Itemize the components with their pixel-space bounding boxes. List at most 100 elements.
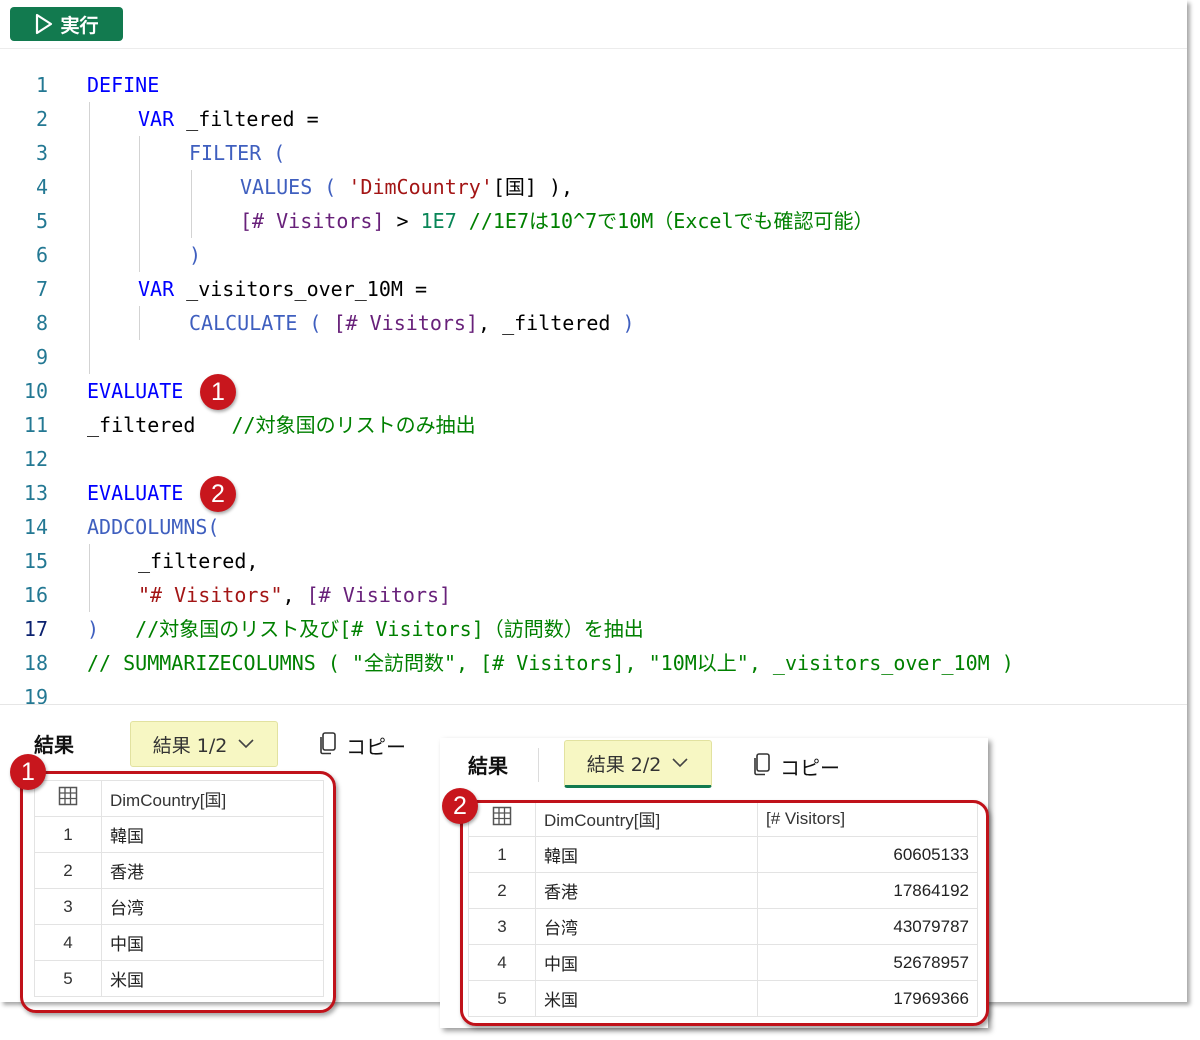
code-token: 'DimCountry'	[348, 175, 493, 199]
code-text: [# Visitors] > 1E7 //1E7は10^7で10M（Excelで…	[240, 204, 874, 238]
copy-label: コピー	[780, 756, 840, 780]
code-token: _visitors_over_10M =	[174, 277, 427, 301]
result-set-dropdown[interactable]: 結果 2/2	[564, 740, 712, 788]
code-text: _filtered,	[138, 544, 258, 578]
line-number: 5	[35, 209, 48, 233]
line-number: 12	[23, 447, 48, 471]
code-text: VAR _filtered =	[138, 102, 319, 136]
code-token: DEFINE	[87, 73, 160, 97]
chevron-down-icon	[671, 752, 689, 774]
code-token: 1E7	[420, 209, 457, 233]
code-line: 18 // SUMMARIZECOLUMNS ( "全訪問数", [# Visit…	[0, 646, 1187, 680]
line-number: 18	[23, 651, 48, 675]
code-line: 19	[0, 680, 1187, 704]
code-token: _filtered =	[174, 107, 319, 131]
line-number: 13	[23, 481, 48, 505]
code-text: _filtered //対象国のリストのみ抽出	[87, 408, 476, 442]
line-number: 14	[23, 515, 48, 539]
code-text: ) //対象国のリスト及び[# Visitors]（訪問数）を抽出	[87, 612, 644, 646]
code-text: FILTER (	[189, 136, 285, 170]
code-line: 16 "# Visitors", [# Visitors]	[0, 578, 1187, 612]
callout-frame-2	[460, 800, 989, 1026]
code-token: "# Visitors"	[138, 583, 283, 607]
run-button-label: 実行	[60, 14, 99, 37]
copy-icon	[318, 731, 338, 760]
divider	[538, 748, 539, 782]
code-text: ADDCOLUMNS(	[87, 510, 219, 544]
play-icon	[34, 13, 54, 35]
code-token: [# Visitors]	[306, 583, 452, 607]
result-set-label: 結果 2/2	[586, 753, 662, 776]
code-token: [# Visitors]	[333, 311, 479, 335]
code-line: 5 [# Visitors] > 1E7 //1E7は10^7で10M（Excel…	[0, 204, 1187, 238]
code-line: 8 CALCULATE ( [# Visitors], _filtered )	[0, 306, 1187, 340]
line-number: 3	[35, 141, 48, 165]
line-number: 1	[35, 73, 48, 97]
code-token: [# Visitors]	[240, 209, 385, 233]
code-token: ADDCOLUMNS(	[87, 515, 220, 539]
line-number: 9	[35, 345, 48, 369]
code-token: )	[87, 617, 100, 641]
annotation-marker-2: 2	[442, 788, 478, 824]
copy-icon	[752, 752, 772, 781]
line-number: 19	[23, 685, 48, 704]
code-editor[interactable]: 1 DEFINE 2 VAR _filtered = 3 FILTER ( 4 VALUES …	[0, 68, 1187, 704]
result-set-dropdown[interactable]: 結果 1/2	[130, 721, 278, 767]
copy-button[interactable]: コピー	[318, 731, 406, 760]
code-token: EVALUATE	[87, 379, 184, 403]
code-line: 17) //対象国のリスト及び[# Visitors]（訪問数）を抽出	[0, 612, 1187, 646]
code-token: //対象国のリストのみ抽出	[231, 413, 476, 437]
code-line: 10 EVALUATE	[0, 374, 1187, 408]
code-text: CALCULATE ( [# Visitors], _filtered )	[189, 306, 635, 340]
code-text: VALUES ( 'DimCountry'[国] ),	[240, 170, 573, 204]
annotation-marker-2: 2	[200, 476, 236, 512]
line-number: 10	[23, 379, 48, 403]
code-token: //対象国のリスト及び[# Visitors]（訪問数）を抽出	[99, 617, 644, 641]
code-token: _filtered	[87, 413, 232, 437]
line-number: 16	[23, 583, 48, 607]
results-heading: 結果	[468, 754, 508, 778]
code-token: >	[384, 209, 421, 233]
code-line: 14 ADDCOLUMNS(	[0, 510, 1187, 544]
code-token: VAR	[138, 107, 175, 131]
callout-frame-1	[20, 771, 336, 1013]
line-number: 7	[35, 277, 48, 301]
results-heading: 結果	[34, 733, 74, 757]
toolbar: 実行	[0, 0, 1187, 49]
copy-button[interactable]: コピー	[752, 752, 840, 781]
line-number: 6	[35, 243, 48, 267]
code-token: // SUMMARIZECOLUMNS ( "全訪問数", [# Visitor…	[87, 651, 1014, 675]
chevron-down-icon	[237, 733, 255, 755]
code-line: 13 EVALUATE	[0, 476, 1187, 510]
code-line: 6)	[0, 238, 1187, 272]
code-token: VAR	[138, 277, 175, 301]
code-text: EVALUATE	[87, 476, 183, 510]
copy-label: コピー	[346, 735, 406, 759]
code-line: 1 DEFINE	[0, 68, 1187, 102]
code-token: _filtered,	[138, 549, 259, 573]
run-button[interactable]: 実行	[10, 7, 123, 41]
code-text: // SUMMARIZECOLUMNS ( "全訪問数", [# Visitor…	[87, 646, 1014, 680]
code-line: 9	[0, 340, 1187, 374]
code-line: 11 _filtered //対象国のリストのみ抽出	[0, 408, 1187, 442]
code-token: ,	[282, 583, 307, 607]
line-number: 2	[35, 107, 48, 131]
code-line: 15 _filtered,	[0, 544, 1187, 578]
annotation-marker-1: 1	[10, 754, 46, 790]
code-token: )	[622, 311, 635, 335]
code-line: 4 VALUES ( 'DimCountry'[国] ),	[0, 170, 1187, 204]
annotation-marker-1: 1	[200, 374, 236, 410]
code-token: , _filtered	[478, 311, 623, 335]
line-number: 15	[23, 549, 48, 573]
code-token: FILTER (	[189, 141, 286, 165]
code-line: 7 VAR _visitors_over_10M =	[0, 272, 1187, 306]
line-number: 4	[35, 175, 48, 199]
code-token: EVALUATE	[87, 481, 184, 505]
code-line: 2 VAR _filtered =	[0, 102, 1187, 136]
line-number: 8	[35, 311, 48, 335]
result-set-label: 結果 1/2	[152, 734, 228, 757]
code-text: DEFINE	[87, 68, 159, 102]
code-token: CALCULATE (	[189, 311, 334, 335]
code-token: //1E7は10^7で10M（Excelでも確認可能）	[456, 209, 874, 233]
code-token: VALUES (	[240, 175, 349, 199]
